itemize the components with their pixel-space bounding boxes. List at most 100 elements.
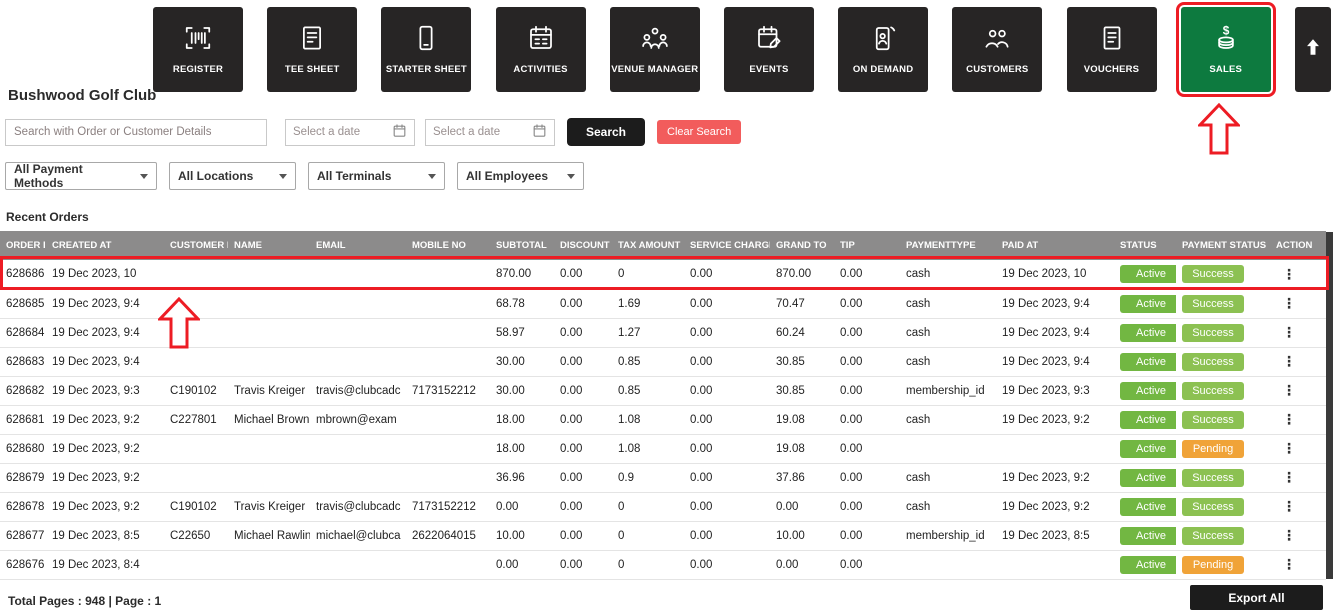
- nav-tee-sheet-button[interactable]: TEE SHEET: [267, 7, 358, 92]
- row-actions-button[interactable]: ⋮: [1276, 527, 1302, 544]
- row-actions-button[interactable]: ⋮: [1276, 440, 1302, 457]
- payment-methods-value: All Payment Methods: [14, 162, 83, 190]
- search-button[interactable]: Search: [567, 118, 645, 146]
- row-actions-button[interactable]: ⋮: [1276, 353, 1302, 370]
- payment-methods-select[interactable]: All Payment Methods: [5, 162, 157, 190]
- cell-service-charge: 0.00: [684, 260, 770, 290]
- nav-customers-button[interactable]: CUSTOMERS: [952, 7, 1043, 92]
- nav-vouchers-button[interactable]: VOUCHERS: [1066, 7, 1157, 92]
- cell-discount: 0.00: [554, 376, 612, 406]
- cell-created-at: 19 Dec 2023, 9:2: [46, 405, 164, 435]
- cell-name: Michael Brown: [228, 405, 310, 435]
- cell-subtotal: 58.97: [490, 318, 554, 348]
- nav-on-demand-button[interactable]: ON DEMAND: [838, 7, 929, 92]
- cell-email: travis@clubcadc: [310, 376, 406, 406]
- cell-order-id: 628680: [0, 434, 46, 464]
- events-icon: [754, 23, 784, 58]
- table-row: 628677 19 Dec 2023, 8:5 C22650 Michael R…: [0, 521, 1326, 551]
- cell-discount: 0.00: [554, 347, 612, 377]
- cell-discount: 0.00: [554, 289, 612, 319]
- cell-created-at: 19 Dec 2023, 9:4: [46, 318, 164, 348]
- col-header-discount: DISCOUNT: [554, 231, 612, 260]
- date-from-placeholder: Select a date: [293, 126, 361, 138]
- clear-search-button[interactable]: Clear Search: [657, 120, 742, 144]
- cell-paid-at: 19 Dec 2023, 9:4: [996, 318, 1114, 348]
- locations-value: All Locations: [178, 169, 254, 183]
- status-badge: Active: [1120, 265, 1176, 284]
- cell-action: ⋮: [1270, 521, 1326, 551]
- row-actions-button[interactable]: ⋮: [1276, 411, 1302, 428]
- cell-email: [310, 550, 406, 580]
- table-row: 628680 19 Dec 2023, 9:2 18.00 0.00 1.08 …: [0, 434, 1326, 464]
- date-to-placeholder: Select a date: [433, 126, 501, 138]
- cell-payment-type: cash: [900, 318, 996, 348]
- nav-starter-sheet-button[interactable]: STARTER SHEET: [381, 7, 472, 92]
- terminals-select[interactable]: All Terminals: [308, 162, 445, 190]
- col-header-action: ACTION: [1270, 231, 1326, 260]
- nav-activities-button[interactable]: ACTIVITIES: [495, 7, 586, 92]
- cell-service-charge: 0.00: [684, 347, 770, 377]
- orders-table: ORDER ID CREATED AT CUSTOMER ID NAME EMA…: [0, 231, 1326, 580]
- cell-action: ⋮: [1270, 376, 1326, 406]
- cell-action: ⋮: [1270, 463, 1326, 493]
- row-actions-button[interactable]: ⋮: [1276, 382, 1302, 399]
- row-actions-button[interactable]: ⋮: [1276, 266, 1302, 283]
- export-all-button[interactable]: Export All: [1190, 585, 1323, 610]
- scroll-top-button[interactable]: [1294, 7, 1331, 92]
- nav-sales-button[interactable]: $ SALES: [1175, 2, 1276, 97]
- cell-order-id: 628683: [0, 347, 46, 377]
- cell-tax-amount: 0: [612, 550, 684, 580]
- cell-customer-id: [164, 463, 228, 493]
- cell-tip: 0.00: [834, 318, 900, 348]
- status-badge: Active: [1120, 381, 1176, 400]
- col-header-payment-type: PAYMENTTYPE: [900, 231, 996, 260]
- cell-grand-total: 870.00: [770, 260, 834, 290]
- nav-events-button[interactable]: EVENTS: [723, 7, 814, 92]
- row-actions-button[interactable]: ⋮: [1276, 469, 1302, 486]
- table-row: 628684 19 Dec 2023, 9:4 58.97 0.00 1.27 …: [0, 318, 1326, 348]
- cell-service-charge: 0.00: [684, 550, 770, 580]
- sales-dashboard-page: REGISTER TEE SHEET STARTER SHEET ACTIVIT…: [0, 0, 1333, 616]
- cell-subtotal: 30.00: [490, 347, 554, 377]
- nav-venue-manager-button[interactable]: VENUE MANAGER: [609, 7, 700, 92]
- cell-paid-at: 19 Dec 2023, 9:2: [996, 405, 1114, 435]
- cell-discount: 0.00: [554, 405, 612, 435]
- cell-payment-status: Success: [1176, 260, 1270, 290]
- cell-email: travis@clubcadc: [310, 492, 406, 522]
- cell-tip: 0.00: [834, 405, 900, 435]
- employees-select[interactable]: All Employees: [457, 162, 584, 190]
- payment-status-badge: Success: [1182, 410, 1244, 429]
- search-bar: Select a date Select a date Search Clear…: [5, 118, 742, 146]
- cell-order-id: 628677: [0, 521, 46, 551]
- cell-order-id: 628678: [0, 492, 46, 522]
- order-search-input[interactable]: [5, 118, 267, 146]
- cell-subtotal: 0.00: [490, 550, 554, 580]
- cell-service-charge: 0.00: [684, 492, 770, 522]
- row-actions-button[interactable]: ⋮: [1276, 556, 1302, 573]
- payment-status-badge: Success: [1182, 468, 1244, 487]
- row-actions-button[interactable]: ⋮: [1276, 498, 1302, 515]
- svg-text:$: $: [1222, 24, 1229, 38]
- row-actions-button[interactable]: ⋮: [1276, 324, 1302, 341]
- locations-select[interactable]: All Locations: [169, 162, 296, 190]
- cell-name: [228, 463, 310, 493]
- cell-created-at: 19 Dec 2023, 9:2: [46, 492, 164, 522]
- cell-paid-at: 19 Dec 2023, 8:5: [996, 521, 1114, 551]
- table-row: 628683 19 Dec 2023, 9:4 30.00 0.00 0.85 …: [0, 347, 1326, 377]
- date-to-input[interactable]: Select a date: [425, 118, 555, 146]
- nav-label: SALES: [1209, 64, 1243, 76]
- col-header-service-charge: SERVICE CHARGE: [684, 231, 770, 260]
- col-header-payment-status: PAYMENT STATUS: [1176, 231, 1270, 260]
- status-badge: Active: [1120, 294, 1176, 313]
- cell-discount: 0.00: [554, 318, 612, 348]
- cell-created-at: 19 Dec 2023, 8:5: [46, 521, 164, 551]
- row-actions-button[interactable]: ⋮: [1276, 295, 1302, 312]
- status-badge: Active: [1120, 352, 1176, 371]
- date-from-input[interactable]: Select a date: [285, 118, 415, 146]
- cell-payment-type: cash: [900, 347, 996, 377]
- table-row: 628676 19 Dec 2023, 8:4 0.00 0.00 0 0.00…: [0, 550, 1326, 580]
- cell-created-at: 19 Dec 2023, 9:4: [46, 347, 164, 377]
- nav-register-button[interactable]: REGISTER: [153, 7, 243, 92]
- cell-customer-id: [164, 434, 228, 464]
- table-vertical-scrollbar[interactable]: [1326, 232, 1333, 579]
